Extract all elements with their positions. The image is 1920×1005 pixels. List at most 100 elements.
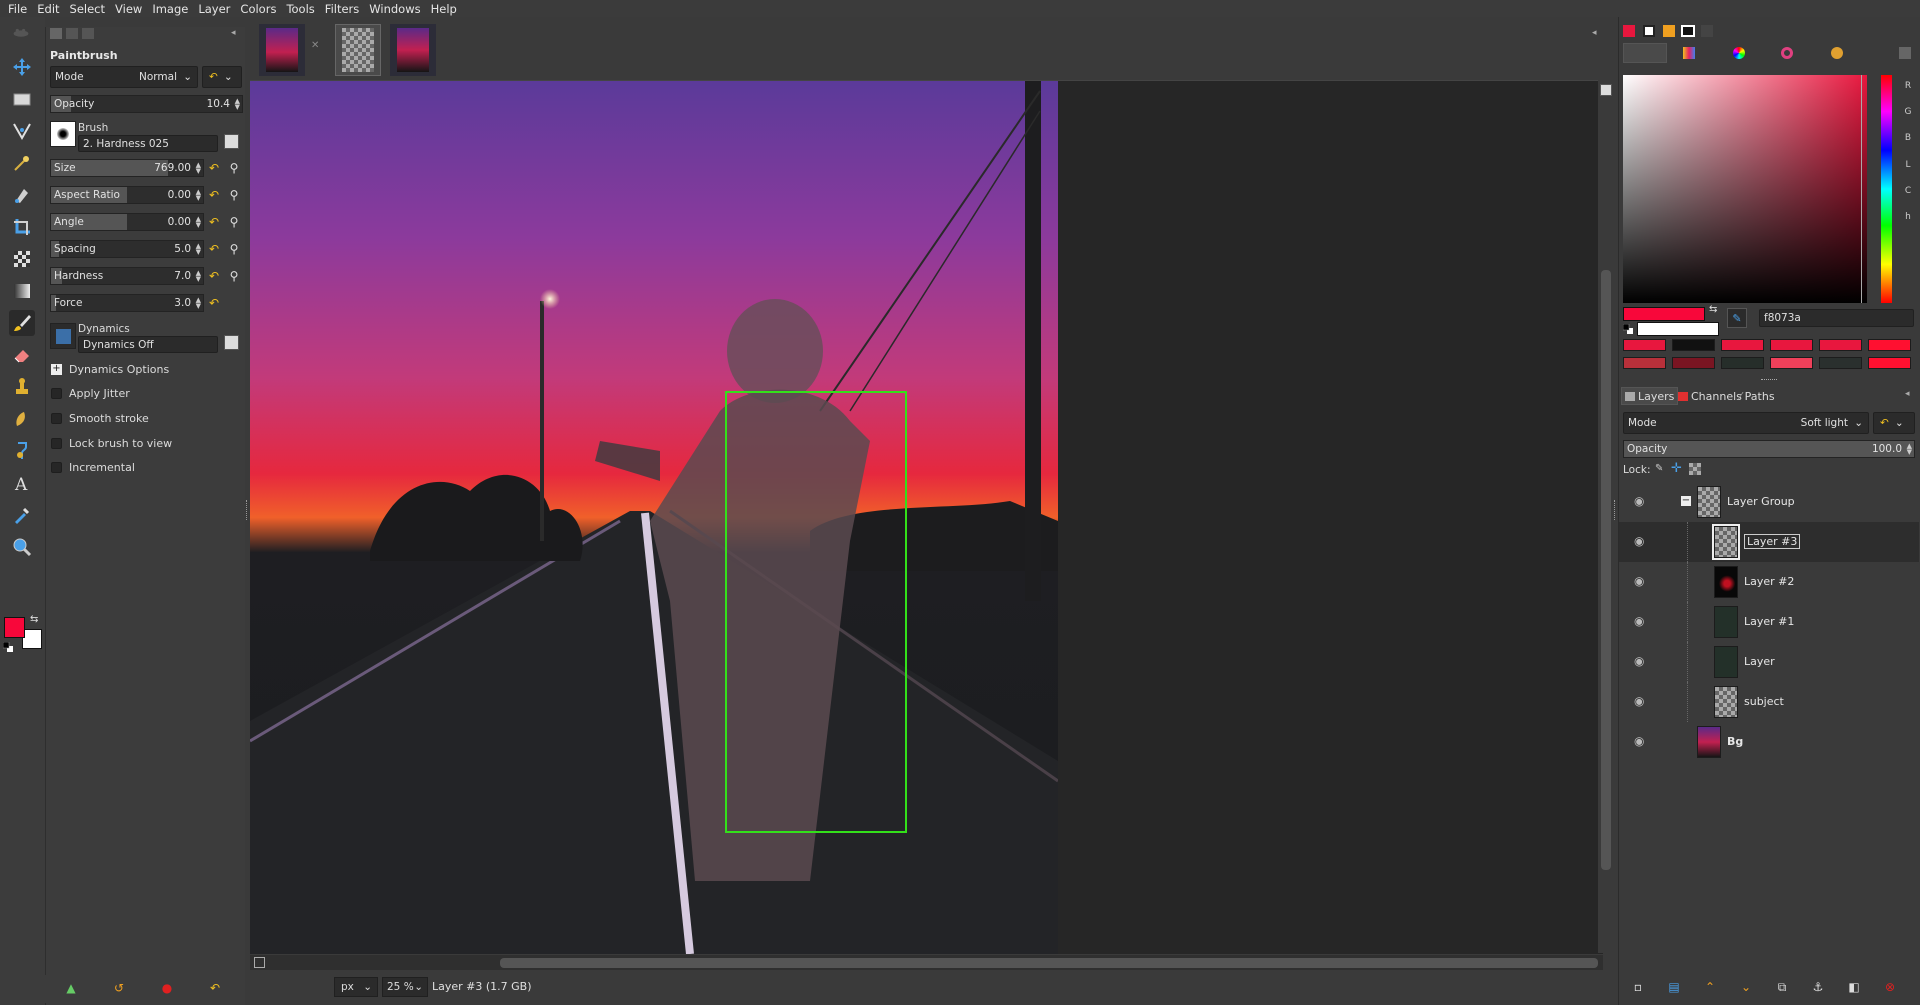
move-tool-icon[interactable] <box>9 54 35 80</box>
reset-spacing-icon[interactable]: ↶ <box>206 240 222 258</box>
link-size-icon[interactable]: ⚲ <box>226 159 242 177</box>
lock-pixels-icon[interactable]: ✎ <box>1655 463 1663 474</box>
history-swatch[interactable] <box>1868 339 1911 351</box>
link-angle-icon[interactable]: ⚲ <box>226 213 242 231</box>
crop-tool-icon[interactable] <box>9 214 35 240</box>
menu-filters[interactable]: Filters <box>321 2 365 16</box>
default-colors-icon[interactable] <box>1622 323 1633 334</box>
dynamics-options-expander[interactable]: + Dynamics Options <box>51 363 169 376</box>
background-color-bar[interactable] <box>1637 322 1719 336</box>
paint-mode-dropdown[interactable]: Mode Normal ⌄ <box>50 66 198 88</box>
spin-arrows-icon[interactable]: ▲ ▼ <box>196 216 201 229</box>
anchor-layer-icon[interactable]: ⚓ <box>1809 978 1827 996</box>
channel-b[interactable]: B <box>1901 129 1915 147</box>
spin-arrows-icon[interactable]: ▲ ▼ <box>196 243 201 256</box>
pattern-mini-icon[interactable] <box>1663 25 1675 37</box>
lower-layer-icon[interactable]: ⌄ <box>1737 978 1755 996</box>
gradient-tool-icon[interactable] <box>9 278 35 304</box>
channel-g[interactable]: G <box>1901 103 1915 121</box>
channel-c[interactable]: C <box>1901 182 1915 200</box>
layer-row[interactable]: ◉ Layer #1 <box>1619 602 1919 642</box>
navigate-icon[interactable] <box>1600 84 1612 96</box>
tab-channels[interactable]: Channels <box>1675 387 1745 405</box>
layer-row[interactable]: ◉ Layer #2 <box>1619 562 1919 602</box>
history-swatch[interactable] <box>1770 339 1813 351</box>
menu-tools[interactable]: Tools <box>282 2 320 16</box>
menu-windows[interactable]: Windows <box>365 2 426 16</box>
color-saturation-field[interactable] <box>1623 75 1867 303</box>
reset-hardness-icon[interactable]: ↶ <box>206 267 222 285</box>
menu-colors[interactable]: Colors <box>236 2 282 16</box>
swap-colors-icon[interactable]: ⇆ <box>1709 304 1717 315</box>
incremental-option[interactable]: Incremental <box>51 461 135 474</box>
channel-r[interactable]: R <box>1901 77 1915 95</box>
gradient-mini-icon[interactable] <box>1681 25 1695 37</box>
image-tab-1[interactable] <box>259 24 305 76</box>
spin-arrows-icon[interactable]: ▲ ▼ <box>196 297 201 310</box>
delete-layer-icon[interactable]: ⊗ <box>1881 978 1899 996</box>
color-tab-triangle[interactable] <box>1781 47 1793 59</box>
menu-edit[interactable]: Edit <box>33 2 65 16</box>
eye-icon[interactable]: ◉ <box>1634 494 1650 508</box>
save-preset-icon[interactable]: ▲ <box>62 979 80 997</box>
zoom-tool-icon[interactable] <box>9 534 35 560</box>
link-spacing-icon[interactable]: ⚲ <box>226 240 242 258</box>
text-tool-icon[interactable]: A <box>9 470 35 496</box>
edit-brush-icon[interactable] <box>224 134 239 149</box>
apply-jitter-checkbox[interactable] <box>51 388 62 399</box>
duplicate-layer-icon[interactable]: ⧉ <box>1773 978 1791 996</box>
menu-view[interactable]: View <box>111 2 148 16</box>
tab-layers[interactable]: Layers <box>1621 387 1679 405</box>
history-swatch[interactable] <box>1868 357 1911 369</box>
menu-help[interactable]: Help <box>427 2 463 16</box>
paintbrush-tool-icon[interactable] <box>9 310 35 336</box>
eye-icon[interactable]: ◉ <box>1634 694 1650 708</box>
left-dock-divider[interactable] <box>246 500 249 520</box>
reset-size-icon[interactable]: ↶ <box>206 159 222 177</box>
quick-mask-icon[interactable] <box>254 957 265 968</box>
smooth-stroke-option[interactable]: Smooth stroke <box>51 412 149 425</box>
panel-menu-icon[interactable]: ◂ <box>1905 389 1910 399</box>
smudge-tool-icon[interactable] <box>9 406 35 432</box>
color-tab-menu-icon[interactable] <box>1899 47 1911 59</box>
history-swatch[interactable] <box>1672 339 1715 351</box>
spin-arrows-icon[interactable]: ▲ ▼ <box>196 270 201 283</box>
menu-layer[interactable]: Layer <box>194 2 236 16</box>
default-colors-icon[interactable] <box>2 641 13 652</box>
dynamics-field[interactable]: Dynamics Off <box>78 336 218 353</box>
fuzzy-select-icon[interactable] <box>9 150 35 176</box>
canvas-area[interactable] <box>250 80 1603 954</box>
link-hardness-icon[interactable]: ⚲ <box>226 267 242 285</box>
color-tab-wheel[interactable] <box>1733 47 1745 59</box>
panel-menu-icon[interactable]: ◂ <box>1592 28 1597 38</box>
new-layer-icon[interactable]: ▫ <box>1629 978 1647 996</box>
collapse-minus-icon[interactable]: − <box>1681 496 1691 506</box>
paths-tool-icon[interactable] <box>9 182 35 208</box>
spin-arrows-icon[interactable]: ▲ ▼ <box>196 162 201 175</box>
smooth-stroke-checkbox[interactable] <box>51 413 62 424</box>
history-swatch[interactable] <box>1721 339 1764 351</box>
close-tab-icon[interactable]: ✕ <box>311 40 319 51</box>
opacity-slider[interactable]: Opacity 10.4 ▲ ▼ <box>50 95 243 113</box>
unit-dropdown[interactable]: px ⌄ <box>334 977 378 997</box>
vertical-scroll-thumb[interactable] <box>1601 270 1611 870</box>
eye-icon[interactable]: ◉ <box>1634 734 1650 748</box>
brush-mini-icon[interactable] <box>1643 25 1655 37</box>
restore-preset-icon[interactable]: ↺ <box>110 979 128 997</box>
brush-name-field[interactable]: 2. Hardness 025 <box>78 135 218 152</box>
hardness-slider[interactable]: Hardness 7.0 ▲ ▼ <box>50 267 204 285</box>
history-swatch[interactable] <box>1672 357 1715 369</box>
link-aspect-icon[interactable]: ⚲ <box>226 186 242 204</box>
spin-arrows-icon[interactable]: ▲ ▼ <box>1907 443 1912 456</box>
zoom-dropdown[interactable]: 25 % ⌄ <box>382 977 428 997</box>
layer-mask-icon[interactable]: ◧ <box>1845 978 1863 996</box>
size-slider[interactable]: Size 769.00 ▲ ▼ <box>50 159 204 177</box>
lock-brush-checkbox[interactable] <box>51 438 62 449</box>
dynamics-preview-icon[interactable] <box>50 323 76 349</box>
color-tab-scales[interactable] <box>1623 43 1667 63</box>
history-swatch[interactable] <box>1721 357 1764 369</box>
panel-menu-icon[interactable]: ◂ <box>231 28 236 38</box>
lock-position-icon[interactable]: ✛ <box>1671 461 1682 476</box>
lock-brush-option[interactable]: Lock brush to view <box>51 437 172 450</box>
font-mini-icon[interactable] <box>1701 25 1713 37</box>
